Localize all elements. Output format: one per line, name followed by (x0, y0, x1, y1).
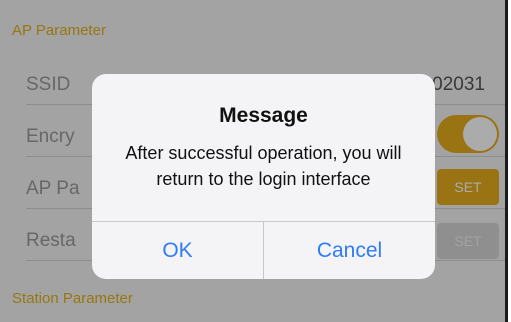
ok-button[interactable]: OK (92, 222, 263, 279)
dialog-message: After successful operation, you will ret… (125, 143, 402, 189)
message-dialog: Message After successful operation, you … (92, 74, 435, 279)
dialog-title: Message (219, 104, 308, 127)
cancel-button[interactable]: Cancel (264, 222, 435, 279)
settings-screen: AP Parameter SSID 02031 Encry AP Pa SET … (0, 0, 508, 322)
